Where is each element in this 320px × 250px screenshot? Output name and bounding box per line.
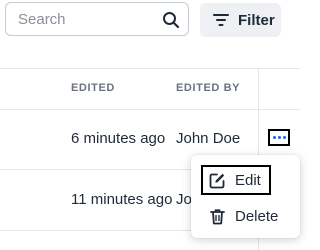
menu-item-label: Delete bbox=[235, 207, 279, 225]
search-box[interactable] bbox=[5, 2, 189, 36]
more-icon-dot bbox=[277, 136, 281, 139]
edited-by-cell: John Doe bbox=[176, 130, 241, 147]
menu-item-delete[interactable]: Delete bbox=[201, 201, 297, 231]
filter-label: Filter bbox=[238, 11, 275, 29]
toolbar: Filter bbox=[0, 0, 300, 68]
filter-button[interactable]: Filter bbox=[200, 3, 281, 37]
column-header-edited-by[interactable]: EDITED BY bbox=[176, 82, 240, 94]
more-icon-dot bbox=[282, 136, 286, 139]
trash-icon bbox=[210, 208, 225, 224]
edit-icon bbox=[209, 173, 225, 188]
edited-cell: 11 minutes ago bbox=[71, 191, 173, 208]
divider bbox=[0, 109, 300, 110]
column-header-edited[interactable]: EDITED bbox=[71, 82, 115, 94]
search-input[interactable] bbox=[7, 4, 153, 34]
search-icon[interactable] bbox=[162, 11, 180, 29]
row-actions-menu: Edit Delete bbox=[191, 155, 300, 238]
edited-cell: 6 minutes ago bbox=[71, 130, 166, 147]
menu-item-label: Edit bbox=[235, 171, 261, 189]
filter-icon bbox=[213, 14, 229, 26]
more-actions-button[interactable] bbox=[268, 129, 290, 146]
more-icon-dot bbox=[272, 136, 276, 139]
divider bbox=[0, 68, 300, 69]
menu-item-edit[interactable]: Edit bbox=[201, 165, 271, 195]
